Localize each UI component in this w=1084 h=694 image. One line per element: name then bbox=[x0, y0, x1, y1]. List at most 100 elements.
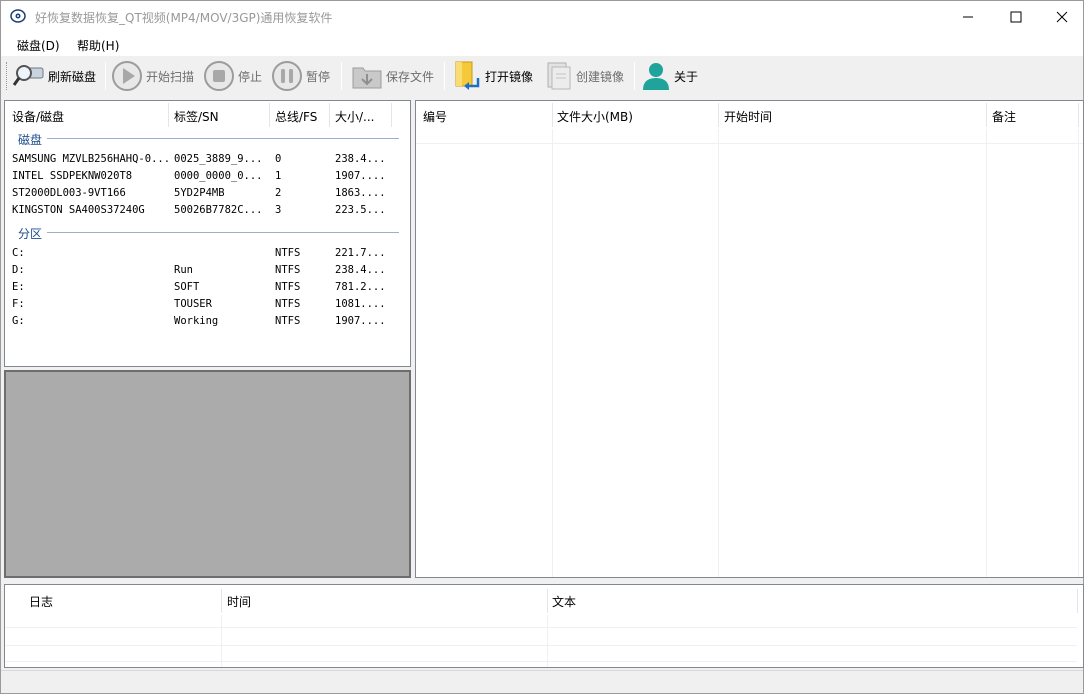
disk-cell-size: 238.4... bbox=[335, 153, 386, 165]
about-button[interactable]: 关于 bbox=[641, 59, 698, 93]
pause-icon bbox=[272, 61, 302, 91]
column-divider[interactable] bbox=[221, 589, 222, 613]
group-disks-label: 磁盘 bbox=[18, 133, 43, 147]
menu-help[interactable]: 帮助(H) bbox=[77, 37, 119, 54]
column-divider[interactable] bbox=[547, 589, 548, 613]
disk-cell-size: 1907.... bbox=[335, 170, 386, 182]
partition-cell-label: TOUSER bbox=[174, 298, 212, 310]
file-list-header: 编号 文件大小(MB) 开始时间 备注 bbox=[416, 101, 1083, 129]
disk-cell-sn: 50026B7782C... bbox=[174, 204, 263, 216]
toolbar-separator bbox=[634, 62, 635, 90]
column-divider[interactable] bbox=[718, 103, 719, 127]
about-label: 关于 bbox=[674, 69, 699, 84]
disk-cell-name: INTEL SSDPEKNW020T8 bbox=[12, 170, 133, 182]
disk-cell-size: 1863.... bbox=[335, 187, 386, 199]
window-title: 好恢复数据恢复_QT视频(MP4/MOV/3GP)通用恢复软件 bbox=[35, 11, 333, 25]
grid-line bbox=[5, 645, 1077, 646]
column-divider[interactable] bbox=[1077, 589, 1078, 613]
close-button[interactable] bbox=[1039, 1, 1084, 32]
refresh-disk-label: 刷新磁盘 bbox=[48, 69, 97, 84]
col-device[interactable]: 设备/磁盘 bbox=[12, 108, 64, 125]
minimize-button[interactable] bbox=[945, 1, 991, 32]
create-image-icon bbox=[547, 62, 571, 90]
open-image-label: 打开镜像 bbox=[485, 69, 534, 84]
column-divider[interactable] bbox=[168, 103, 169, 127]
disk-cell-name: KINGSTON SA400S37240G bbox=[12, 204, 145, 216]
start-scan-button[interactable]: 开始扫描 bbox=[111, 59, 194, 93]
col-file-size[interactable]: 文件大小(MB) bbox=[557, 108, 633, 125]
partition-cell-drive: G: bbox=[12, 315, 25, 327]
open-image-icon bbox=[455, 61, 480, 90]
refresh-disk-button[interactable]: 刷新磁盘 bbox=[13, 59, 96, 93]
col-time[interactable]: 时间 bbox=[227, 593, 251, 610]
save-file-button[interactable]: 保存文件 bbox=[351, 59, 434, 93]
col-log[interactable]: 日志 bbox=[29, 593, 53, 610]
toolbar: 刷新磁盘 开始扫描 停止 暂停 保存文件 打开镜像 创建镜像 关于 bbox=[1, 56, 1083, 97]
grid-line bbox=[552, 129, 553, 577]
disk-cell-name: ST2000DL003-9VT166 bbox=[12, 187, 126, 199]
partition-cell-fs: NTFS bbox=[275, 264, 301, 276]
toolbar-grip bbox=[6, 62, 8, 90]
pause-button[interactable]: 暂停 bbox=[271, 59, 330, 93]
disk-cell-size: 223.5... bbox=[335, 204, 386, 216]
close-icon bbox=[1056, 11, 1068, 22]
disk-cell-name: SAMSUNG MZVLB256HAHQ-0... bbox=[12, 153, 171, 165]
user-icon bbox=[643, 63, 669, 90]
partition-cell-label: Run bbox=[174, 264, 193, 276]
group-partitions-label: 分区 bbox=[18, 227, 43, 241]
create-image-button[interactable]: 创建镜像 bbox=[545, 59, 624, 93]
col-label-sn[interactable]: 标签/SN bbox=[174, 108, 219, 125]
log-panel: 日志 时间 文本 bbox=[4, 584, 1084, 668]
magnifier-disk-icon bbox=[13, 65, 44, 86]
toolbar-separator bbox=[341, 62, 342, 90]
disk-cell-sn: 5YD2P4MB bbox=[174, 187, 225, 199]
pause-label: 暂停 bbox=[306, 69, 331, 84]
partition-cell-drive: E: bbox=[12, 281, 25, 293]
partition-cell-label: SOFT bbox=[174, 281, 200, 293]
partition-cell-fs: NTFS bbox=[275, 315, 301, 327]
col-number[interactable]: 编号 bbox=[423, 108, 447, 125]
column-divider[interactable] bbox=[391, 103, 392, 127]
partition-cell-size: 1907.... bbox=[335, 315, 386, 327]
partition-cell-size: 781.2... bbox=[335, 281, 386, 293]
toolbar-separator bbox=[105, 62, 106, 90]
col-bus-fs[interactable]: 总线/FS bbox=[275, 108, 317, 125]
column-divider[interactable] bbox=[269, 103, 270, 127]
col-text[interactable]: 文本 bbox=[552, 593, 576, 610]
partition-cell-drive: C: bbox=[12, 247, 25, 259]
column-divider[interactable] bbox=[1078, 103, 1079, 127]
col-start-time[interactable]: 开始时间 bbox=[724, 108, 772, 125]
partition-cell-drive: D: bbox=[12, 264, 25, 276]
app-eye-icon bbox=[10, 9, 26, 23]
minimize-icon bbox=[963, 16, 973, 17]
disk-list-header: 设备/磁盘 标签/SN 总线/FS 大小/... bbox=[5, 101, 410, 129]
file-list-panel: 编号 文件大小(MB) 开始时间 备注 bbox=[415, 100, 1084, 578]
grid-line bbox=[1078, 129, 1079, 577]
menu-bar: 磁盘(D) 帮助(H) bbox=[1, 32, 1083, 56]
disk-cell-bus: 3 bbox=[275, 204, 282, 216]
disk-list-panel: 设备/磁盘 标签/SN 总线/FS 大小/... 磁盘 SAMSUNG MZVL… bbox=[4, 100, 411, 367]
grid-line bbox=[5, 627, 1077, 628]
partition-cell-size: 221.7... bbox=[335, 247, 386, 259]
open-image-button[interactable]: 打开镜像 bbox=[452, 59, 533, 93]
maximize-icon bbox=[1010, 11, 1022, 22]
col-remark[interactable]: 备注 bbox=[992, 108, 1016, 125]
grid-line bbox=[986, 129, 987, 577]
menu-disk[interactable]: 磁盘(D) bbox=[17, 37, 60, 54]
save-file-label: 保存文件 bbox=[386, 69, 435, 84]
partition-cell-fs: NTFS bbox=[275, 281, 301, 293]
stop-icon bbox=[204, 61, 234, 91]
maximize-button[interactable] bbox=[993, 1, 1039, 32]
folder-download-icon bbox=[352, 67, 382, 89]
column-divider[interactable] bbox=[329, 103, 330, 127]
partition-cell-fs: NTFS bbox=[275, 298, 301, 310]
column-divider[interactable] bbox=[552, 103, 553, 127]
stop-label: 停止 bbox=[238, 69, 263, 84]
grid-line bbox=[5, 661, 1077, 662]
col-size[interactable]: 大小/... bbox=[335, 108, 375, 125]
title-bar: 好恢复数据恢复_QT视频(MP4/MOV/3GP)通用恢复软件 bbox=[1, 1, 1083, 32]
disk-cell-bus: 0 bbox=[275, 153, 282, 165]
column-divider[interactable] bbox=[986, 103, 987, 127]
log-header: 日志 时间 文本 bbox=[5, 585, 1083, 615]
stop-button[interactable]: 停止 bbox=[203, 59, 262, 93]
